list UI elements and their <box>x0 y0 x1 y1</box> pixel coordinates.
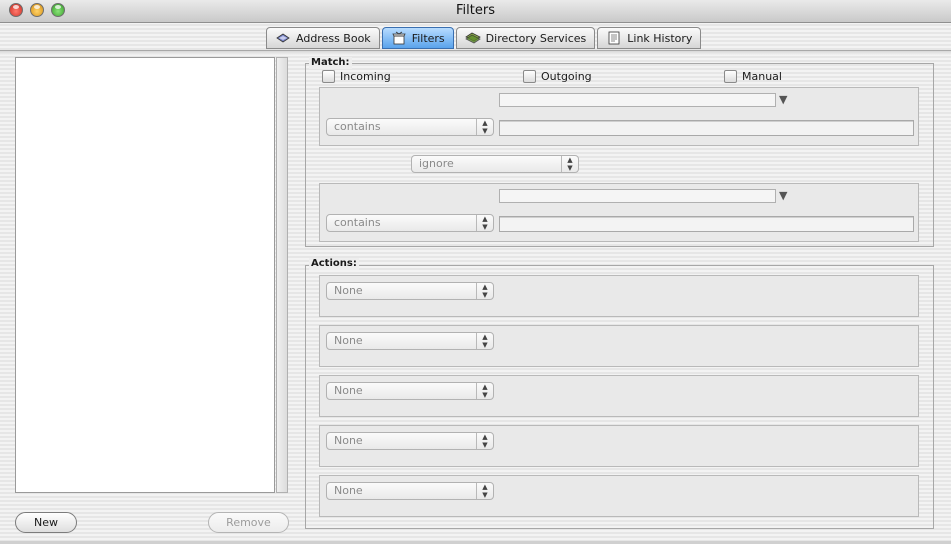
filter-list[interactable] <box>15 57 275 493</box>
match-group-label: Match: <box>309 57 352 69</box>
popup-value: None <box>334 334 363 347</box>
tab-bar: Address Book Filters Directory Services … <box>266 27 703 52</box>
tab-directory-services[interactable]: Directory Services <box>455 27 596 49</box>
incoming-label: Incoming <box>340 70 391 83</box>
up-down-arrows-icon: ▲ ▼ <box>476 215 493 231</box>
popup-value: ignore <box>419 157 454 170</box>
tab-label: Filters <box>411 31 445 45</box>
actions-group-label: Actions: <box>309 258 359 270</box>
address-book-icon <box>275 31 291 45</box>
new-button[interactable]: New <box>15 512 77 533</box>
tab-label: Directory Services <box>485 31 587 45</box>
tab-address-book[interactable]: Address Book <box>266 27 380 49</box>
condition-1-operator-popup[interactable]: contains ▲ ▼ <box>326 118 494 136</box>
up-down-arrows-icon: ▲ ▼ <box>476 119 493 135</box>
tab-filters[interactable]: Filters <box>381 27 454 49</box>
action-1-popup[interactable]: None ▲ ▼ <box>326 282 494 300</box>
up-down-arrows-icon: ▲ ▼ <box>476 283 493 299</box>
action-2-popup[interactable]: None ▲ ▼ <box>326 332 494 350</box>
window-title: Filters <box>456 3 495 18</box>
up-down-arrows-icon: ▲ ▼ <box>476 433 493 449</box>
tab-link-history[interactable]: Link History <box>597 27 702 49</box>
incoming-checkbox[interactable] <box>322 70 335 83</box>
up-down-arrows-icon: ▲ ▼ <box>476 383 493 399</box>
remove-button[interactable]: Remove <box>208 512 289 533</box>
tab-divider <box>0 50 951 55</box>
outgoing-label: Outgoing <box>541 70 592 83</box>
condition-1-field-combo[interactable] <box>499 93 776 107</box>
condition-2-field-combo[interactable] <box>499 189 776 203</box>
condition-joiner-popup[interactable]: ignore ▲ ▼ <box>411 155 579 173</box>
outgoing-checkbox[interactable] <box>523 70 536 83</box>
popup-value: None <box>334 384 363 397</box>
condition-2-value-field[interactable] <box>499 216 914 232</box>
action-3-popup[interactable]: None ▲ ▼ <box>326 382 494 400</box>
triangle-down-icon[interactable]: ▼ <box>779 189 787 202</box>
up-down-arrows-icon: ▲ ▼ <box>476 333 493 349</box>
filters-icon <box>391 31 407 45</box>
filter-list-scrollbar[interactable] <box>276 57 288 493</box>
popup-value: None <box>334 484 363 497</box>
popup-value: None <box>334 434 363 447</box>
up-down-arrows-icon: ▲ ▼ <box>476 483 493 499</box>
action-5-popup[interactable]: None ▲ ▼ <box>326 482 494 500</box>
action-4-popup[interactable]: None ▲ ▼ <box>326 432 494 450</box>
triangle-down-icon[interactable]: ▼ <box>779 93 787 106</box>
condition-2-operator-popup[interactable]: contains ▲ ▼ <box>326 214 494 232</box>
condition-1-value-field[interactable] <box>499 120 914 136</box>
popup-value: contains <box>334 120 381 133</box>
link-history-icon <box>606 31 622 45</box>
tab-label: Address Book <box>296 31 371 45</box>
manual-checkbox[interactable] <box>724 70 737 83</box>
tab-label: Link History <box>627 31 693 45</box>
up-down-arrows-icon: ▲ ▼ <box>561 156 578 172</box>
popup-value: contains <box>334 216 381 229</box>
directory-services-icon <box>464 31 481 45</box>
popup-value: None <box>334 284 363 297</box>
manual-label: Manual <box>742 70 782 83</box>
